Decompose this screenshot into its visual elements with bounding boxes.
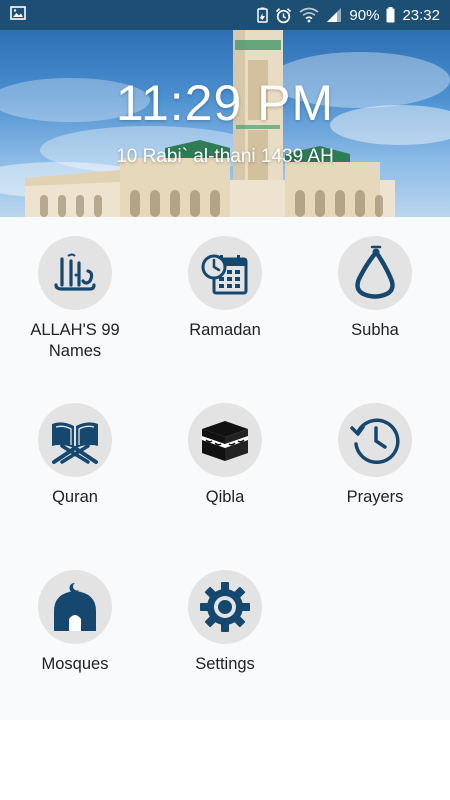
battery-icon (386, 7, 395, 23)
menu-label: ALLAH'S 99 Names (30, 321, 120, 360)
menu-label: Quran (52, 488, 98, 506)
status-bar: 90% 23:32 (0, 0, 450, 30)
menu-label: Qibla (205, 488, 245, 506)
mosque-icon (54, 582, 96, 631)
gear-icon (200, 582, 250, 632)
menu-grid: ALLAH'S 99 Names Ramadan Subha Quran Qib… (0, 217, 450, 720)
icon-circle (188, 236, 262, 310)
menu-label: Prayers (346, 488, 404, 506)
allah-calligraphy-icon (54, 253, 96, 291)
menu-item-settings[interactable]: Settings (150, 551, 300, 701)
status-time: 23:32 (402, 6, 440, 24)
hijri-date: 10 Rabi` al-thani 1439 AH (116, 146, 334, 167)
quran-book-icon (52, 422, 98, 464)
kaaba-icon (202, 421, 248, 461)
menu-item-prayers[interactable]: Prayers (300, 384, 450, 534)
menu-label: Mosques (41, 655, 109, 673)
icon-circle (338, 403, 412, 477)
prayer-beads-icon (355, 245, 395, 299)
icon-circle (188, 403, 262, 477)
menu-item-allahs-99-names[interactable]: ALLAH'S 99 Names (0, 217, 150, 367)
menu-label: Subha (351, 321, 399, 339)
icon-circle (38, 570, 112, 644)
menu-label: Ramadan (189, 321, 261, 339)
battery-percent: 90% (349, 6, 380, 24)
icon-circle (38, 236, 112, 310)
alarm-icon (275, 7, 292, 24)
icon-circle (38, 403, 112, 477)
gallery-icon (10, 5, 26, 25)
menu-item-ramadan[interactable]: Ramadan (150, 217, 300, 367)
wifi-icon (299, 7, 319, 23)
menu-label: Settings (195, 655, 255, 673)
header-banner: 11:29 PM 10 Rabi` al-thani 1439 AH (0, 30, 450, 217)
battery-saver-icon (257, 7, 269, 23)
icon-circle (188, 570, 262, 644)
menu-item-qibla[interactable]: Qibla (150, 384, 300, 534)
calendar-clock-icon (201, 254, 248, 295)
menu-item-mosques[interactable]: Mosques (0, 551, 150, 701)
current-time: 11:29 PM (115, 75, 335, 131)
menu-item-subha[interactable]: Subha (300, 217, 450, 367)
icon-circle (338, 236, 412, 310)
signal-icon (326, 7, 342, 23)
menu-item-quran[interactable]: Quran (0, 384, 150, 534)
history-clock-icon (350, 418, 400, 465)
